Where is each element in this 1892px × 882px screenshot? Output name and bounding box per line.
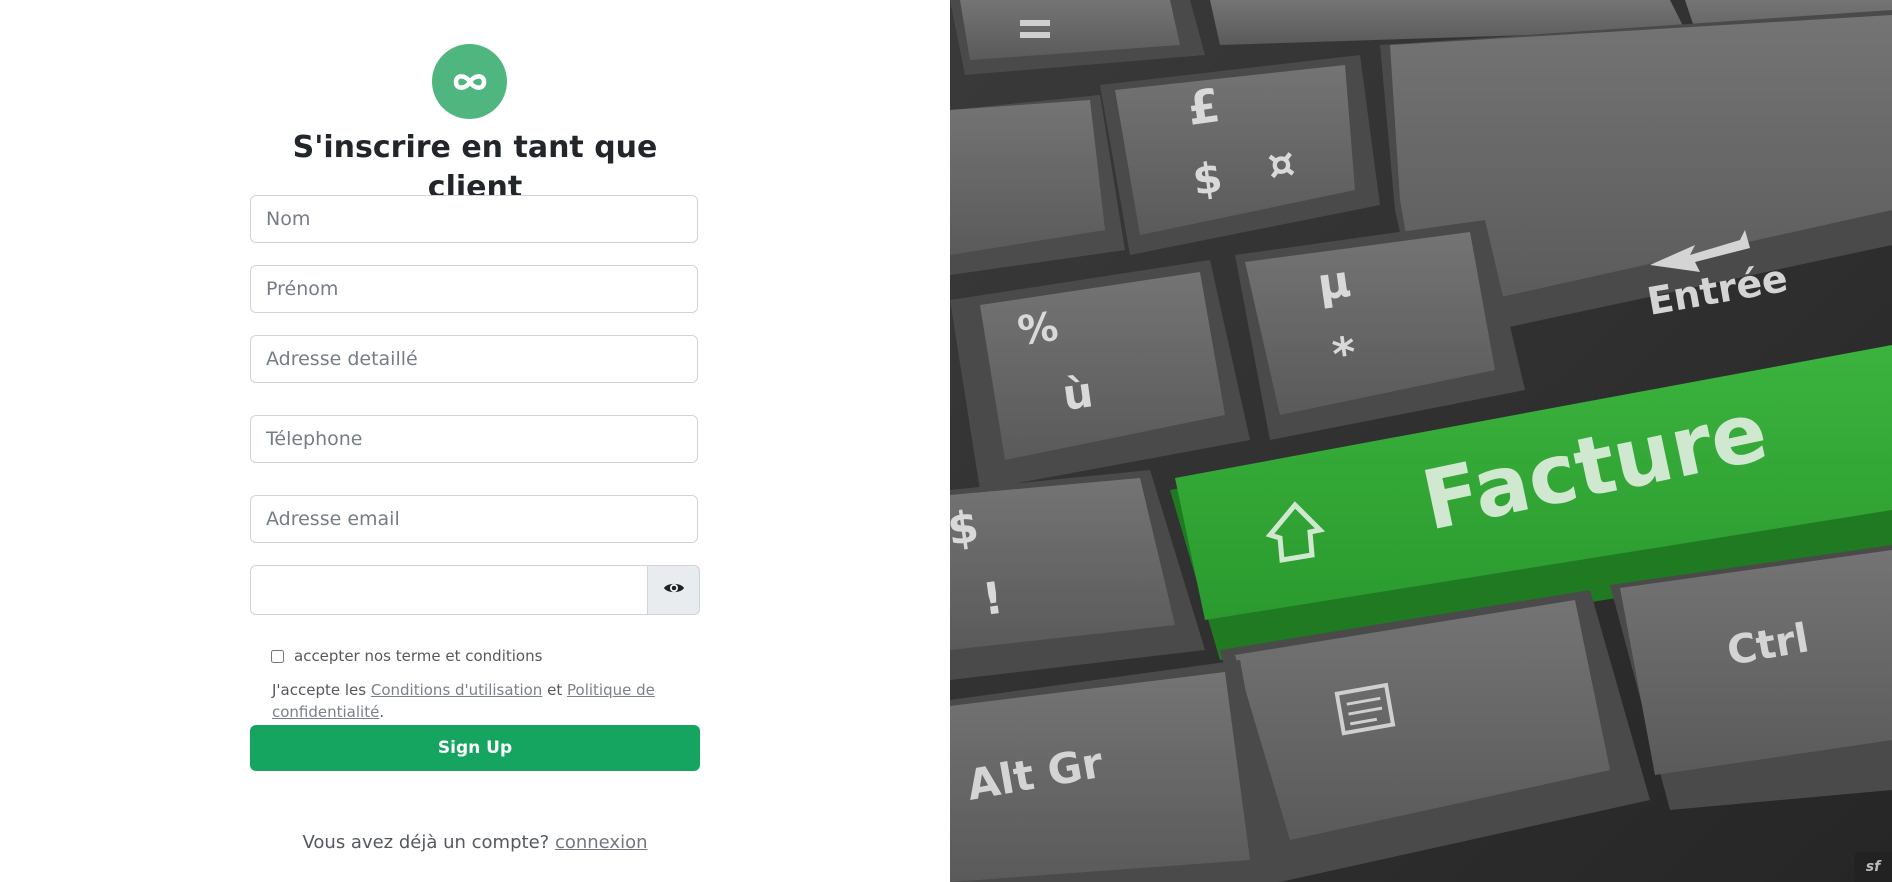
terms-of-use-link[interactable]: Conditions d'utilisation [371,681,542,699]
eye-icon [663,580,685,600]
password-toggle-button[interactable] [647,565,700,615]
email-input[interactable] [250,495,698,543]
legal-and: et [547,681,563,699]
password-input[interactable] [250,565,648,615]
login-link[interactable]: connexion [555,832,648,853]
legal-notice: J'accepte les Conditions d'utilisation e… [272,679,672,723]
keyboard-illustration: £ $ ¤ μ * % ù Entrée Facture Ctrl Alt Gr… [950,0,1892,882]
signup-button[interactable]: Sign Up [250,725,700,771]
legal-prefix: J'accepte les [272,681,367,699]
terms-label[interactable]: accepter nos terme et conditions [294,647,542,665]
password-group [250,565,700,615]
symfony-toolbar-badge[interactable]: sf [1854,852,1892,882]
key-label-percent: % [1015,304,1061,355]
keyboard-photo: £ $ ¤ μ * % ù Entrée Facture Ctrl Alt Gr… [950,0,1892,882]
terms-checkbox[interactable] [271,649,284,663]
infinity-logo-icon [432,44,507,119]
terms-row: accepter nos terme et conditions [271,647,542,665]
nom-input[interactable] [250,195,698,243]
login-prompt: Vous avez déjà un compte? connexion [250,832,700,853]
signup-panel: S'inscrire en tant que client accepter n… [0,0,950,882]
legal-suffix: . [379,703,385,721]
login-prompt-text: Vous avez déjà un compte? [302,832,550,853]
prenom-input[interactable] [250,265,698,313]
adresse-input[interactable] [250,335,698,383]
telephone-input[interactable] [250,415,698,463]
key-label-fragment [1020,20,1050,26]
